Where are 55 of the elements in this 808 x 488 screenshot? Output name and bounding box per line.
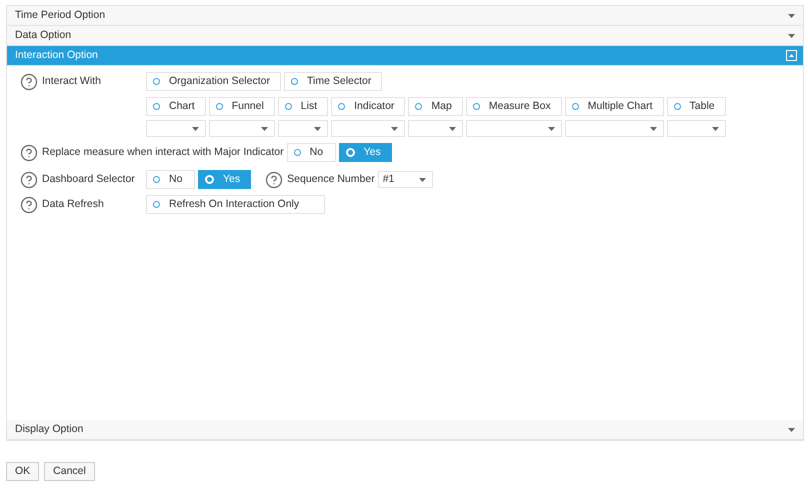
radio-option[interactable]: Chart bbox=[146, 97, 206, 116]
caret-down-icon bbox=[788, 428, 795, 432]
radio-option[interactable]: No bbox=[146, 170, 195, 189]
collapse-icon[interactable] bbox=[786, 50, 797, 61]
section-header[interactable]: Time Period Option bbox=[7, 6, 803, 26]
caret-down-icon bbox=[418, 178, 426, 182]
field-label: Replace measure when interact with Major Indicator bbox=[42, 144, 284, 160]
dropdown[interactable] bbox=[278, 120, 328, 137]
dropdown[interactable] bbox=[564, 120, 664, 137]
radio-option[interactable]: Indicator bbox=[331, 97, 406, 116]
caret-down-icon bbox=[260, 126, 268, 130]
dialog-button[interactable]: Cancel bbox=[44, 462, 95, 481]
help-icon[interactable] bbox=[265, 170, 284, 188]
dropdown[interactable] bbox=[466, 120, 562, 137]
dropdown-value: #1 bbox=[382, 172, 394, 187]
section-title: Interaction Option bbox=[15, 48, 98, 63]
caret-down-icon bbox=[712, 126, 719, 130]
dropdown[interactable] bbox=[208, 120, 275, 137]
radio-option[interactable]: Measure Box bbox=[466, 97, 562, 116]
field-label: Dashboard Selector bbox=[42, 172, 135, 187]
section-title: Display Option bbox=[15, 422, 84, 437]
section-title: Data Option bbox=[15, 28, 72, 43]
radio-option[interactable]: No bbox=[286, 143, 336, 162]
radio-option[interactable]: Funnel bbox=[208, 97, 275, 116]
caret-down-icon bbox=[448, 126, 456, 130]
field-label: Data Refresh bbox=[42, 196, 104, 212]
caret-down-icon bbox=[788, 14, 795, 18]
radio-option[interactable]: Table bbox=[666, 97, 726, 116]
radio-option[interactable]: Map bbox=[408, 97, 463, 116]
dropdown[interactable]: #1 bbox=[378, 171, 433, 188]
field-label: Interact With bbox=[42, 74, 101, 89]
caret-down-icon bbox=[314, 126, 322, 130]
dropdown[interactable] bbox=[331, 120, 406, 137]
dialog-button[interactable]: OK bbox=[6, 462, 40, 481]
caret-down-icon bbox=[391, 126, 398, 130]
dropdown[interactable] bbox=[146, 120, 206, 137]
caret-down-icon bbox=[192, 126, 199, 130]
field-label: Sequence Number bbox=[287, 172, 375, 187]
radio-option[interactable]: Organization Selector bbox=[146, 72, 281, 91]
help-icon[interactable] bbox=[20, 170, 38, 188]
section-header[interactable]: Data Option bbox=[7, 26, 803, 46]
help-icon[interactable] bbox=[20, 72, 38, 90]
help-icon[interactable] bbox=[20, 144, 38, 162]
caret-down-icon bbox=[788, 34, 795, 38]
section-title: Time Period Option bbox=[15, 8, 106, 23]
dropdown[interactable] bbox=[666, 120, 726, 137]
section-header[interactable]: Display Option bbox=[7, 420, 803, 440]
caret-down-icon bbox=[650, 126, 657, 130]
caret-down-icon bbox=[548, 126, 555, 130]
radio-option[interactable]: Refresh On Interaction Only bbox=[146, 195, 325, 214]
radio-option[interactable]: List bbox=[278, 97, 328, 116]
radio-option[interactable]: Time Selector bbox=[284, 72, 382, 91]
help-icon[interactable] bbox=[20, 196, 38, 214]
dropdown[interactable] bbox=[408, 120, 463, 137]
radio-option[interactable]: Multiple Chart bbox=[564, 97, 664, 116]
